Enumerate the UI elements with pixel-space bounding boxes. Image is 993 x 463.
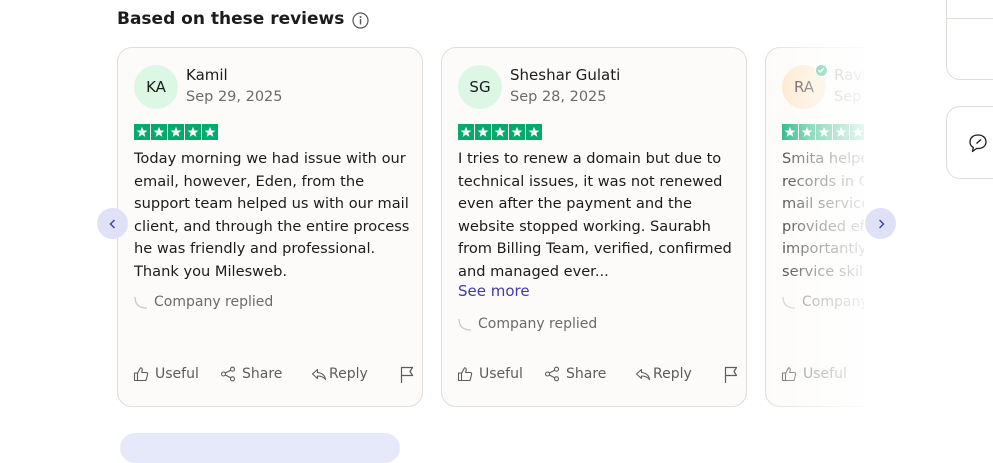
review-text: I tries to renew a domain but due to tec… — [458, 150, 732, 280]
reply-hook-icon — [782, 296, 796, 309]
reviewer-name[interactable]: Kamil — [186, 66, 228, 84]
share-button[interactable]: Share — [544, 366, 606, 382]
see-more-link[interactable]: See more — [458, 282, 530, 300]
star-icon — [185, 124, 201, 140]
avatar: SG — [458, 65, 502, 109]
star-icon — [816, 124, 832, 140]
chat-bubble-icon — [969, 133, 987, 152]
star-icon — [475, 124, 491, 140]
bottom-pill-button[interactable] — [120, 433, 400, 463]
company-replied[interactable]: Company replied — [134, 294, 273, 310]
company-replied[interactable]: Company replied — [458, 316, 597, 332]
flag-icon — [724, 366, 738, 383]
review-date: Sep 29, 2025 — [186, 89, 283, 105]
reply-hook-icon — [134, 296, 148, 309]
share-label: Share — [242, 366, 283, 382]
reply-arrow-icon — [635, 368, 651, 381]
star-rating — [782, 124, 864, 140]
review-actions: Useful Share Reply — [133, 366, 415, 388]
star-icon — [202, 124, 218, 140]
avatar-initials: RA — [793, 78, 815, 96]
review-card[interactable]: RA Ravik Sep 2 Smita helpe records in G … — [765, 47, 864, 407]
reply-arrow-icon — [311, 368, 327, 381]
thumbs-up-icon — [457, 367, 473, 382]
useful-button[interactable]: Useful — [781, 366, 847, 382]
star-rating — [134, 124, 218, 140]
avatar: RA — [782, 64, 828, 109]
chevron-right-icon — [878, 219, 884, 228]
review-actions: Useful — [781, 366, 864, 388]
company-replied[interactable]: Company — [782, 294, 864, 310]
section-title: Based on these reviews — [117, 8, 345, 29]
info-icon[interactable] — [352, 12, 369, 29]
side-panel-top — [946, 0, 993, 80]
star-icon — [526, 124, 542, 140]
share-button[interactable]: Share — [220, 366, 282, 382]
chevron-left-icon — [109, 219, 115, 228]
reviews-carousel: KA Kamil Sep 29, 2025 Today morning we h… — [117, 47, 864, 409]
useful-label: Useful — [155, 366, 199, 382]
reply-label: Reply — [329, 366, 368, 382]
review-actions: Useful Share Reply — [457, 366, 739, 388]
side-panel-divider — [947, 18, 993, 19]
carousel-next-button[interactable] — [865, 208, 896, 239]
star-icon — [134, 124, 150, 140]
star-icon — [458, 124, 474, 140]
company-replied-label: Company replied — [154, 294, 274, 310]
reply-label: Reply — [653, 366, 692, 382]
star-icon — [492, 124, 508, 140]
thumbs-up-icon — [781, 367, 797, 382]
report-button[interactable] — [723, 366, 739, 384]
review-card[interactable]: SG Sheshar Gulati Sep 28, 2025 I tries t… — [441, 47, 747, 407]
carousel-prev-button[interactable] — [97, 208, 128, 239]
feedback-button[interactable] — [946, 106, 993, 179]
review-text: Smita helpe records in G mail service pr… — [782, 150, 864, 280]
reviewer-name[interactable]: Ravik — [834, 66, 864, 84]
avatar-initials: KA — [146, 78, 166, 96]
review-date: Sep 28, 2025 — [510, 89, 607, 105]
useful-button[interactable]: Useful — [133, 366, 199, 382]
useful-button[interactable]: Useful — [457, 366, 523, 382]
review-date: Sep 2 — [834, 89, 864, 105]
star-rating — [458, 124, 542, 140]
reply-button[interactable]: Reply — [635, 366, 692, 382]
reply-hook-icon — [458, 318, 472, 331]
flag-icon — [400, 366, 414, 383]
star-icon — [833, 124, 849, 140]
share-label: Share — [566, 366, 607, 382]
company-replied-label: Company replied — [478, 316, 598, 332]
useful-label: Useful — [803, 366, 847, 382]
review-card[interactable]: KA Kamil Sep 29, 2025 Today morning we h… — [117, 47, 423, 407]
avatar-initials: SG — [469, 78, 491, 96]
star-icon — [168, 124, 184, 140]
company-replied-label: Company — [802, 294, 864, 310]
star-icon — [799, 124, 815, 140]
section-heading: Based on these reviews — [117, 8, 369, 29]
review-text: Today morning we had issue with our emai… — [134, 150, 410, 280]
thumbs-up-icon — [133, 367, 149, 382]
verified-badge-icon — [815, 64, 828, 77]
star-icon — [151, 124, 167, 140]
star-icon — [850, 124, 864, 140]
reviewer-name[interactable]: Sheshar Gulati — [510, 66, 620, 84]
share-icon — [220, 366, 236, 382]
avatar: KA — [134, 65, 178, 109]
share-icon — [544, 366, 560, 382]
star-icon — [509, 124, 525, 140]
useful-label: Useful — [479, 366, 523, 382]
star-icon — [782, 124, 798, 140]
reply-button[interactable]: Reply — [311, 366, 368, 382]
report-button[interactable] — [399, 366, 415, 384]
